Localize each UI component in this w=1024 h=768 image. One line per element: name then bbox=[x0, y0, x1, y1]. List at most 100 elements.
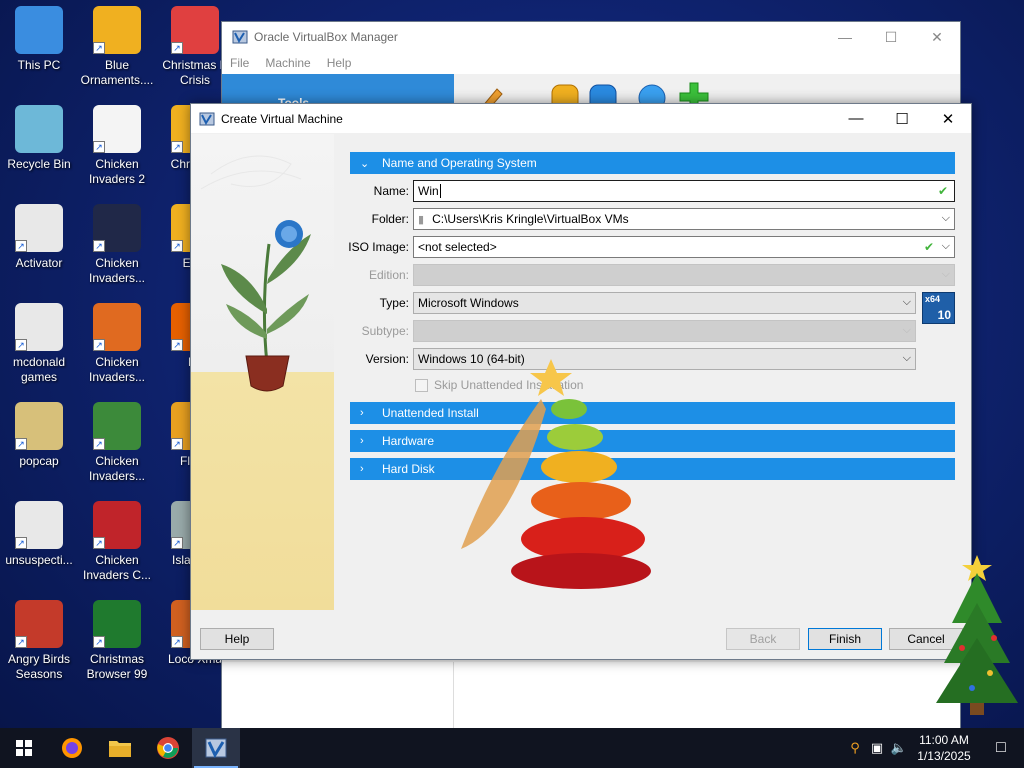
subtype-combobox: ⌵ bbox=[413, 320, 916, 342]
volume-muted-icon[interactable]: 🔈 bbox=[888, 740, 910, 756]
row-folder: Folder: ▮ C:\Users\Kris Kringle\VirtualB… bbox=[350, 208, 955, 230]
type-combobox[interactable]: Microsoft Windows ⌵ bbox=[413, 292, 916, 314]
create-vm-dialog[interactable]: Create Virtual Machine — ☐ ✕ ⌄ Name and … bbox=[190, 103, 972, 660]
menu-machine[interactable]: Machine bbox=[265, 56, 310, 70]
popcap-icon: ↗ bbox=[15, 402, 63, 450]
desktop-icon-christmas-browser-99[interactable]: ↗ Christmas Browser 99 bbox=[78, 600, 156, 682]
desktop-icon-chicken-invaders-5[interactable]: ↗ Chicken Invaders... bbox=[78, 402, 156, 484]
section-hard-disk-label: Hard Disk bbox=[382, 462, 435, 476]
desktop-icon-label: Blue Ornaments.... bbox=[80, 58, 154, 87]
shortcut-arrow-icon: ↗ bbox=[15, 537, 27, 549]
shortcut-arrow-icon: ↗ bbox=[171, 537, 183, 549]
section-unattended[interactable]: › Unattended Install bbox=[350, 402, 955, 424]
shortcut-arrow-icon: ↗ bbox=[93, 339, 105, 351]
menu-help[interactable]: Help bbox=[327, 56, 352, 70]
clock[interactable]: 11:00 AM 1/13/2025 bbox=[910, 732, 978, 764]
close-icon[interactable]: ✕ bbox=[914, 29, 960, 46]
shortcut-arrow-icon: ↗ bbox=[15, 636, 27, 648]
chevron-down-icon[interactable]: ⌵ bbox=[903, 352, 911, 365]
taskbar-firefox[interactable] bbox=[48, 728, 96, 768]
windows-logo-icon bbox=[16, 740, 32, 756]
desktop-icon-chicken-invaders-2[interactable]: ↗ Chicken Invaders 2 bbox=[78, 105, 156, 187]
notification-icon[interactable]: □ bbox=[978, 739, 1024, 757]
shortcut-arrow-icon: ↗ bbox=[171, 636, 183, 648]
desktop-christmas-tree bbox=[936, 555, 1018, 715]
shortcut-arrow-icon: ↗ bbox=[93, 537, 105, 549]
text-caret bbox=[439, 184, 441, 198]
virtualbox-app-icon bbox=[232, 30, 248, 44]
close-icon[interactable]: ✕ bbox=[925, 104, 971, 133]
desktop-icon-blue-ornaments[interactable]: ↗ Blue Ornaments.... bbox=[78, 6, 156, 88]
section-name-os-label: Name and Operating System bbox=[382, 156, 537, 170]
desktop-icon-chicken-invaders-4[interactable]: ↗ Chicken Invaders... bbox=[78, 303, 156, 385]
shortcut-arrow-icon: ↗ bbox=[171, 42, 183, 54]
iso-label: ISO Image: bbox=[348, 240, 409, 254]
minimize-icon[interactable]: — bbox=[822, 29, 868, 46]
shortcut-arrow-icon: ↗ bbox=[93, 42, 105, 54]
desktop-icon-angry-birds-seasons[interactable]: ↗ Angry Birds Seasons bbox=[0, 600, 78, 682]
taskbar-virtualbox[interactable] bbox=[192, 728, 240, 768]
desktop-icon-label: Chicken Invaders... bbox=[88, 355, 146, 384]
network-icon[interactable]: ▣ bbox=[866, 740, 888, 756]
chevron-down-icon[interactable]: ⌵ bbox=[903, 296, 911, 309]
type-label: Type: bbox=[379, 296, 409, 310]
section-hard-disk[interactable]: › Hard Disk bbox=[350, 458, 955, 480]
desktop-icon-popcap[interactable]: ↗ popcap bbox=[0, 402, 78, 469]
iso-combobox[interactable]: <not selected> ✔ ⌵ bbox=[413, 236, 955, 258]
clock-date: 1/13/2025 bbox=[917, 749, 971, 763]
name-input[interactable]: Win ✔ bbox=[413, 180, 955, 202]
folder-value: C:\Users\Kris Kringle\VirtualBox VMs bbox=[432, 212, 629, 226]
vbm-title: Oracle VirtualBox Manager bbox=[254, 30, 398, 44]
vbm-titlebar[interactable]: Oracle VirtualBox Manager — ☐ ✕ bbox=[222, 22, 960, 52]
edition-combobox: ⌵ bbox=[413, 264, 955, 286]
chevron-down-icon[interactable]: ⌵ bbox=[942, 240, 950, 253]
desktop-icon-label: unsuspecti... bbox=[5, 553, 73, 567]
desktop-icon-mcdonald-games[interactable]: ↗ mcdonald games bbox=[0, 303, 78, 385]
skip-unattended-checkbox bbox=[415, 378, 428, 392]
blue-ornaments-icon: ↗ bbox=[93, 6, 141, 54]
taskbar: ⚲ ▣ 🔈 11:00 AM 1/13/2025 □ bbox=[0, 728, 1024, 768]
menu-file[interactable]: File bbox=[230, 56, 249, 70]
valid-check-icon: ✔ bbox=[937, 184, 948, 198]
taskbar-chrome[interactable] bbox=[144, 728, 192, 768]
name-label: Name: bbox=[373, 184, 409, 198]
system-tray: ⚲ ▣ 🔈 11:00 AM 1/13/2025 □ bbox=[844, 728, 1024, 768]
start-button[interactable] bbox=[0, 728, 48, 768]
desktop-icon-label: This PC bbox=[17, 58, 61, 72]
desktop-icon-activator[interactable]: ↗ Activator bbox=[0, 204, 78, 271]
desktop-icon-unsuspecti[interactable]: ↗ unsuspecti... bbox=[0, 501, 78, 568]
desktop-icon-chicken-invaders-c[interactable]: ↗ Chicken Invaders C... bbox=[78, 501, 156, 583]
section-name-os[interactable]: ⌄ Name and Operating System bbox=[350, 152, 955, 174]
recycle-bin-icon bbox=[15, 105, 63, 153]
chicken-invaders-c-icon: ↗ bbox=[93, 501, 141, 549]
help-button[interactable]: Help bbox=[200, 628, 274, 650]
name-value: Win bbox=[418, 184, 439, 198]
desktop-icon-recycle-bin[interactable]: Recycle Bin bbox=[0, 105, 78, 172]
christmas-browser-99-icon: ↗ bbox=[93, 600, 141, 648]
dialog-title: Create Virtual Machine bbox=[221, 111, 343, 126]
taskbar-file-explorer[interactable] bbox=[96, 728, 144, 768]
search-tray-icon[interactable]: ⚲ bbox=[844, 740, 866, 756]
subtype-label: Subtype: bbox=[361, 324, 409, 338]
iso-value: <not selected> bbox=[418, 240, 497, 254]
back-button-label: Back bbox=[749, 632, 777, 646]
folder-icon bbox=[109, 741, 131, 757]
chevron-down-icon[interactable]: ⌵ bbox=[942, 212, 950, 225]
row-iso: ISO Image: <not selected> ✔ ⌵ bbox=[348, 236, 955, 258]
desktop-icon-chicken-invaders-3[interactable]: ↗ Chicken Invaders... bbox=[78, 204, 156, 286]
dialog-titlebar[interactable]: Create Virtual Machine — ☐ ✕ bbox=[191, 104, 971, 133]
minimize-icon[interactable]: — bbox=[833, 104, 879, 133]
christmas-crisis-icon: ↗ bbox=[171, 6, 219, 54]
finish-button[interactable]: Finish bbox=[808, 628, 882, 650]
maximize-icon[interactable]: ☐ bbox=[879, 104, 925, 133]
row-subtype: Subtype: ⌵ bbox=[350, 320, 955, 342]
folder-combobox[interactable]: ▮ C:\Users\Kris Kringle\VirtualBox VMs ⌵ bbox=[413, 208, 955, 230]
virtualbox-app-icon bbox=[199, 112, 215, 125]
desktop-icon-this-pc[interactable]: This PC bbox=[0, 6, 78, 73]
shortcut-arrow-icon: ↗ bbox=[171, 240, 183, 252]
desktop-icon-label: Activator bbox=[15, 256, 63, 270]
section-hardware[interactable]: › Hardware bbox=[350, 430, 955, 452]
maximize-icon[interactable]: ☐ bbox=[868, 29, 914, 46]
valid-check-icon: ✔ bbox=[923, 240, 934, 254]
shortcut-arrow-icon: ↗ bbox=[15, 339, 27, 351]
